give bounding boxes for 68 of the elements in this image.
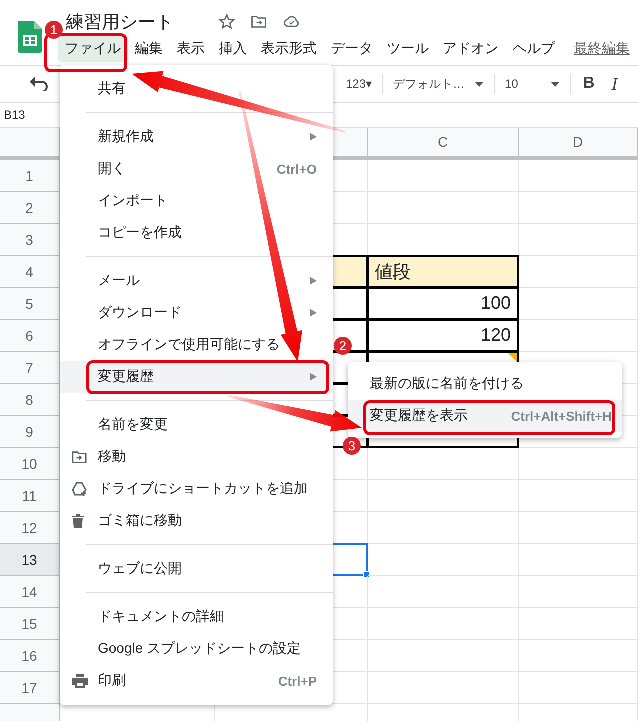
step-badge: 1 — [45, 21, 63, 39]
menu-item[interactable]: ドキュメントの詳細 — [60, 601, 333, 633]
row-header[interactable]: 17 — [0, 672, 60, 704]
font-dropdown[interactable]: デフォルト… — [393, 76, 466, 92]
menu-tab[interactable]: 編集 — [128, 36, 170, 62]
menu-item[interactable]: メール — [60, 265, 333, 297]
row-header[interactable]: 14 — [0, 576, 60, 608]
star-icon[interactable] — [218, 13, 236, 31]
menu-item[interactable]: 開く Ctrl+O — [60, 153, 333, 185]
italic-button[interactable]: I — [607, 74, 624, 94]
font-size-dropdown[interactable]: 10 — [505, 77, 542, 91]
bold-button[interactable]: B — [581, 75, 598, 93]
sheets-logo-icon[interactable] — [18, 21, 42, 53]
menu-tab[interactable]: ツール — [380, 36, 436, 62]
menu-tab[interactable]: ヘルプ — [506, 36, 562, 62]
name-box[interactable]: B13 — [0, 108, 26, 122]
menu-item[interactable]: 移動 — [60, 441, 333, 473]
row-header[interactable]: 9 — [0, 416, 60, 448]
printer-icon — [72, 674, 88, 688]
row-header[interactable]: 12 — [0, 512, 60, 544]
menu-item[interactable]: ウェブに公開 — [60, 553, 333, 585]
menu-item[interactable]: 最新の版に名前を付ける — [348, 368, 622, 400]
row-header[interactable]: 16 — [0, 640, 60, 672]
menu-item[interactable]: 名前を変更 — [60, 409, 333, 441]
menu-tab[interactable]: アドオン — [436, 36, 506, 62]
row-header[interactable]: 7 — [0, 352, 60, 384]
folder-icon — [72, 450, 87, 464]
trash-icon — [72, 514, 84, 528]
menu-tab[interactable]: ファイル — [58, 36, 128, 62]
folder-icon[interactable] — [250, 13, 268, 31]
row-header[interactable]: 4 — [0, 256, 60, 288]
menu-item[interactable]: オフラインで使用可能にする — [60, 329, 333, 361]
column-header[interactable]: C — [368, 128, 519, 160]
row-header[interactable]: 5 — [0, 288, 60, 320]
menu-item[interactable]: Google スプレッドシートの設定 — [60, 633, 333, 665]
table-cell: 値段 — [367, 255, 519, 288]
menu-item[interactable]: 共有 — [60, 73, 333, 105]
undo-icon[interactable] — [30, 77, 48, 91]
step-badge: 3 — [343, 437, 361, 455]
step-badge: 2 — [334, 337, 352, 355]
drive-add-icon — [72, 482, 88, 496]
menu-tab[interactable]: データ — [324, 36, 380, 62]
row-header[interactable]: 10 — [0, 448, 60, 480]
menu-item[interactable]: ゴミ箱に移動 — [60, 505, 333, 537]
menu-item[interactable]: ドライブにショートカットを追加 — [60, 473, 333, 505]
menu-item[interactable]: ダウンロード — [60, 297, 333, 329]
document-title[interactable]: 練習用シート — [66, 10, 174, 34]
menu-item[interactable]: 印刷 Ctrl+P — [60, 665, 333, 697]
menu-tab[interactable]: 表示 — [170, 36, 212, 62]
row-header[interactable]: 8 — [0, 384, 60, 416]
row-header[interactable]: 1 — [0, 160, 60, 192]
menu-tab[interactable]: 表示形式 — [254, 36, 324, 62]
row-header[interactable]: 13 — [0, 544, 60, 576]
caret-icon — [475, 82, 484, 86]
menu-tab[interactable]: 挿入 — [212, 36, 254, 62]
menu-item[interactable]: 新規作成 — [60, 121, 333, 153]
row-header[interactable]: 11 — [0, 480, 60, 512]
row-header[interactable]: 6 — [0, 320, 60, 352]
number-format-dropdown[interactable]: 123▾ — [346, 77, 372, 91]
row-header[interactable]: 15 — [0, 608, 60, 640]
last-edit-link[interactable]: 最終編集 — [574, 40, 630, 58]
table-cell: 100 — [367, 287, 519, 320]
menu-item[interactable]: コピーを作成 — [60, 217, 333, 249]
row-header[interactable]: 2 — [0, 192, 60, 224]
caret-icon — [551, 82, 560, 86]
column-header[interactable]: D — [519, 128, 638, 160]
row-header[interactable]: 3 — [0, 224, 60, 256]
menu-item[interactable]: インポート — [60, 185, 333, 217]
